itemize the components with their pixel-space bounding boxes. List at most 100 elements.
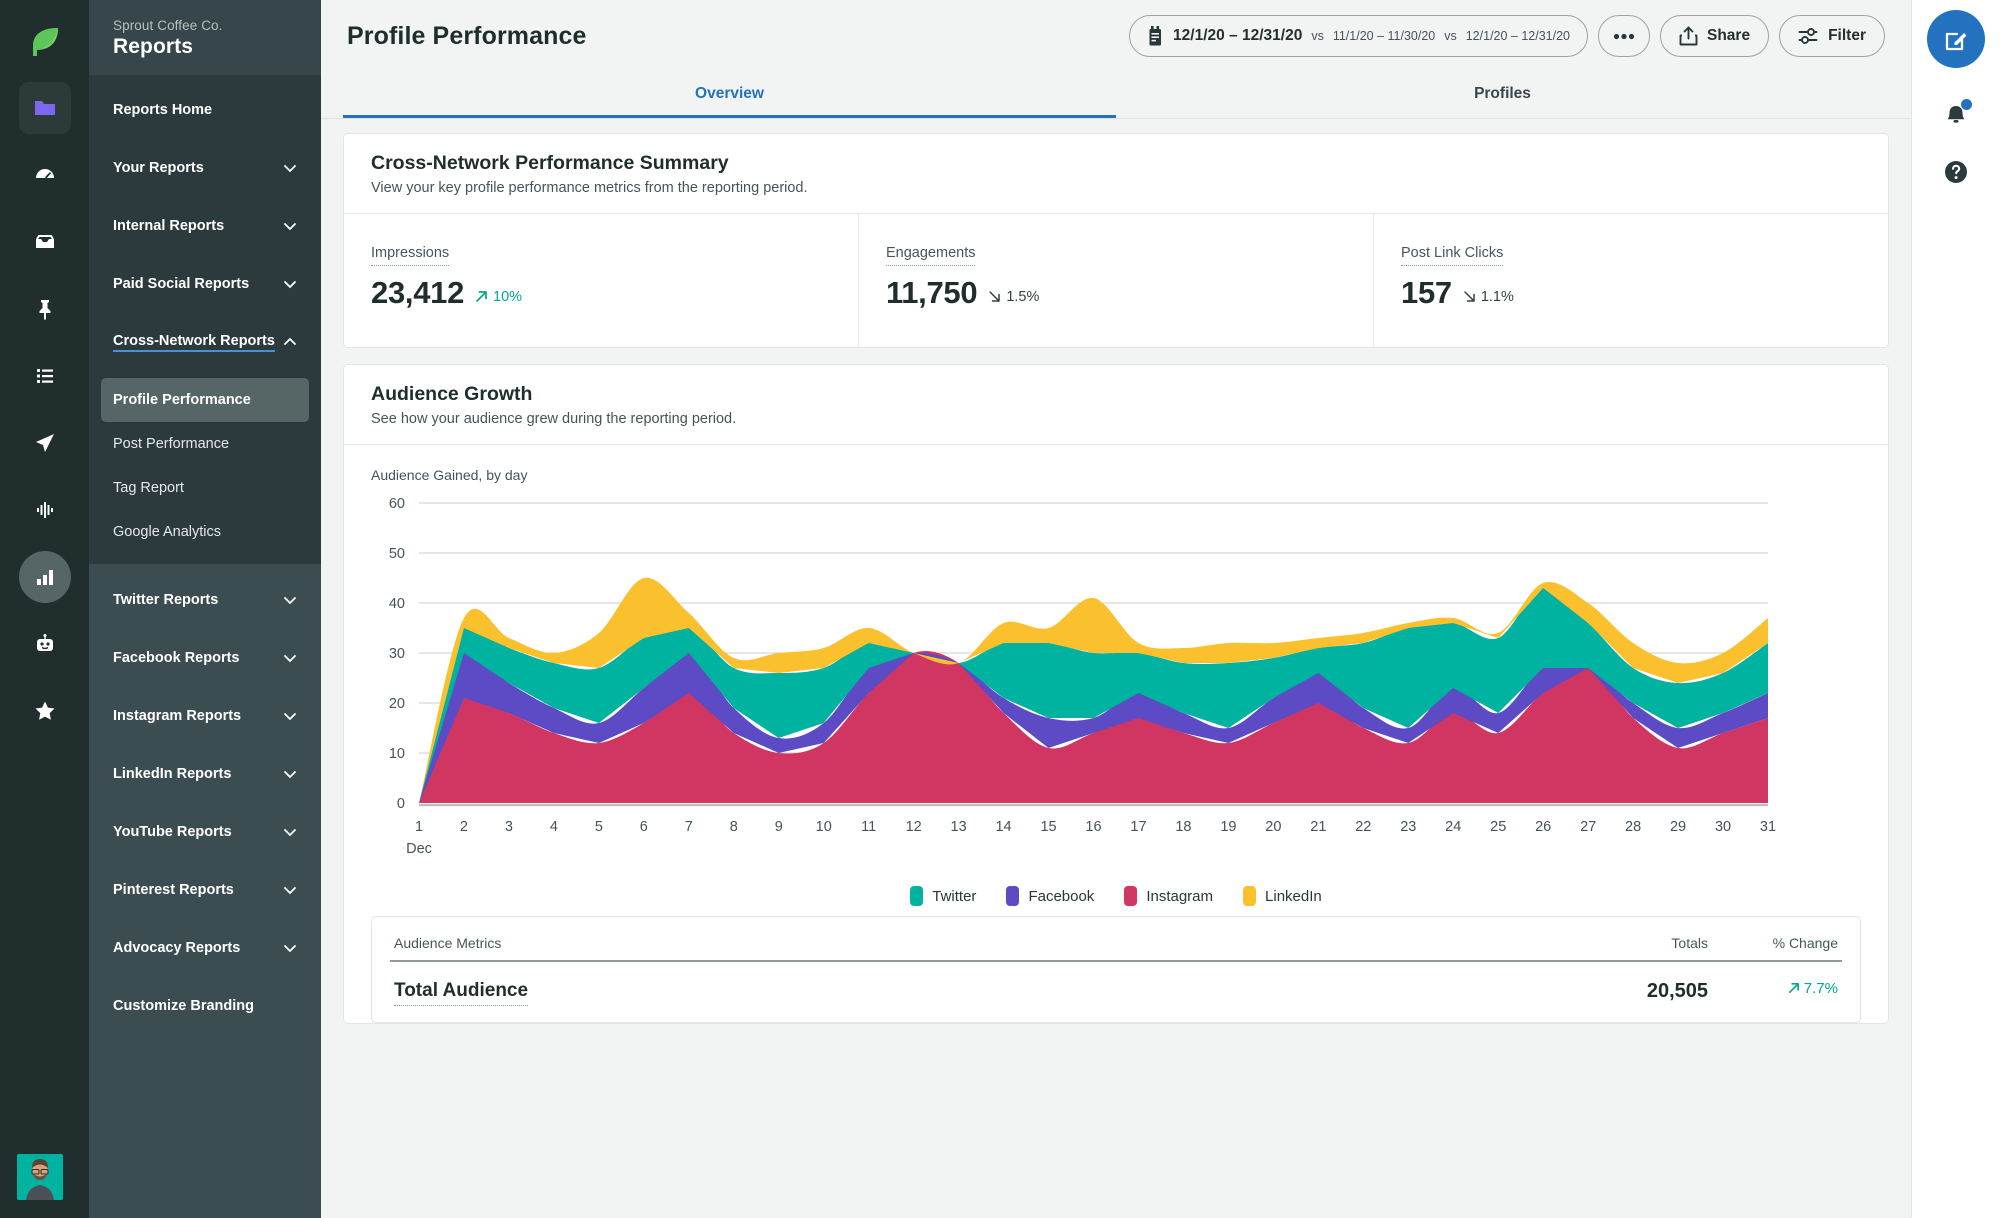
audience-growth-chart[interactable]: 01020304050601 2 3 4 5 6 7 8 9 10 11 12 13 14 15 16 17 18… — [371, 491, 1776, 871]
sidebar-item-label: Twitter Reports — [113, 592, 219, 608]
legend-item-facebook[interactable]: Facebook — [1006, 886, 1094, 906]
sidebar-item-linkedin-reports[interactable]: LinkedIn Reports — [89, 752, 321, 796]
x-axis-tick: 12 — [906, 819, 922, 835]
rail-item-reviews[interactable] — [19, 685, 71, 737]
sidebar-item-label: Cross-Network Reports — [113, 333, 275, 352]
x-axis-tick: 30 — [1715, 819, 1731, 835]
metric-engagements: Engagements 11,750 1.5% — [859, 214, 1374, 347]
tab-overview[interactable]: Overview — [343, 72, 1116, 118]
notifications-button[interactable] — [1934, 94, 1978, 138]
main-content: Profile Performance 12/1/20 – 12/31/20 v… — [321, 0, 1911, 1218]
sidebar-item-advocacy-reports[interactable]: Advocacy Reports — [89, 926, 321, 970]
utility-rail — [1911, 0, 2000, 1218]
table-row: Total Audience 20,505 7.7% — [390, 962, 1842, 1022]
arrow-up-right-icon — [476, 291, 487, 302]
legend-item-linkedin[interactable]: LinkedIn — [1243, 886, 1322, 906]
sidebar-item-label: Paid Social Reports — [113, 276, 250, 292]
x-axis-tick: 24 — [1445, 819, 1461, 835]
metric-label[interactable]: Engagements — [886, 245, 976, 266]
filter-button-label: Filter — [1828, 27, 1866, 44]
filter-button[interactable]: Filter — [1779, 15, 1885, 57]
rail-item-inbox[interactable] — [19, 216, 71, 268]
sidebar-item-tag-report[interactable]: Tag Report — [89, 466, 321, 510]
sidebar-item-label: Internal Reports — [113, 218, 225, 234]
sidebar-item-reports-home[interactable]: Reports Home — [89, 88, 321, 132]
rail-item-dashboard[interactable] — [19, 149, 71, 201]
x-axis-tick: 16 — [1085, 819, 1101, 835]
y-axis-tick: 50 — [389, 546, 405, 562]
compose-button[interactable] — [1927, 10, 1985, 68]
sidebar-item-cross-network-reports[interactable]: Cross-Network Reports — [89, 320, 321, 364]
chevron-down-icon — [284, 771, 296, 779]
x-axis-tick: 4 — [550, 819, 558, 835]
question-circle-icon — [1945, 161, 1967, 183]
rail-item-bots[interactable] — [19, 618, 71, 670]
rail-item-pinned[interactable] — [19, 283, 71, 335]
x-axis-tick: 22 — [1355, 819, 1371, 835]
sidebar-section-title: Reports — [113, 35, 194, 58]
sidebar-item-label: Profile Performance — [113, 392, 251, 408]
date-range-compare-2: 12/1/20 – 12/31/20 — [1465, 29, 1570, 43]
chevron-up-icon — [284, 337, 296, 345]
x-axis-tick: 20 — [1265, 819, 1281, 835]
y-axis-tick: 30 — [389, 646, 405, 662]
rail-item-listening[interactable] — [19, 484, 71, 536]
help-button[interactable] — [1934, 150, 1978, 194]
metric-label[interactable]: Impressions — [371, 245, 450, 266]
filter-sliders-icon — [1798, 28, 1818, 44]
date-range-picker[interactable]: 12/1/20 – 12/31/20 vs 11/1/20 – 11/30/20… — [1129, 15, 1588, 57]
y-axis-tick: 60 — [389, 496, 405, 512]
sidebar-item-google-analytics[interactable]: Google Analytics — [89, 510, 321, 554]
rail-item-tasks[interactable] — [19, 350, 71, 402]
x-axis-tick: 28 — [1625, 819, 1641, 835]
user-avatar[interactable] — [17, 1154, 63, 1200]
x-axis-tick: 6 — [640, 819, 648, 835]
summary-card-title: Cross-Network Performance Summary — [371, 152, 729, 174]
row-change-text: 7.7% — [1803, 980, 1838, 997]
sidebar-item-label: Your Reports — [113, 160, 204, 176]
sidebar-item-paid-social-reports[interactable]: Paid Social Reports — [89, 262, 321, 306]
legend-swatch-linkedin — [1243, 886, 1257, 906]
metric-value: 11,750 — [886, 275, 978, 310]
sidebar-item-customize-branding[interactable]: Customize Branding — [89, 984, 321, 1028]
sidebar-item-profile-performance[interactable]: Profile Performance — [101, 378, 309, 422]
metric-delta: 1.1% — [1463, 289, 1514, 305]
sprout-leaf-logo[interactable] — [17, 14, 73, 70]
x-axis-tick: 2 — [460, 819, 468, 835]
share-button-label: Share — [1707, 27, 1751, 44]
legend-item-twitter[interactable]: Twitter — [910, 886, 976, 906]
rail-item-reports[interactable] — [18, 551, 71, 603]
reports-sidebar: Sprout Coffee Co. Reports Reports Home Y… — [89, 0, 321, 1218]
rail-item-folders[interactable] — [18, 82, 71, 134]
metric-impressions: Impressions 23,412 10% — [344, 214, 859, 347]
sidebar-item-twitter-reports[interactable]: Twitter Reports — [89, 578, 321, 622]
date-range-primary: 12/1/20 – 12/31/20 — [1173, 27, 1303, 44]
y-axis-tick: 10 — [389, 746, 405, 762]
tab-profiles[interactable]: Profiles — [1116, 72, 1889, 118]
sidebar-item-label: Instagram Reports — [113, 708, 242, 724]
row-total-value: 20,505 — [1646, 980, 1708, 1002]
sidebar-item-youtube-reports[interactable]: YouTube Reports — [89, 810, 321, 854]
column-header-metric: Audience Metrics — [394, 935, 502, 951]
sidebar-item-your-reports[interactable]: Your Reports — [89, 146, 321, 190]
x-axis-tick: 18 — [1175, 819, 1191, 835]
rail-item-publishing[interactable] — [19, 417, 71, 469]
sidebar-primary-group: Reports Home Your Reports Internal Repor… — [89, 75, 321, 564]
chevron-down-icon — [284, 655, 296, 663]
sidebar-item-internal-reports[interactable]: Internal Reports — [89, 204, 321, 248]
more-options-button[interactable] — [1598, 15, 1650, 57]
chart-legend: Twitter Facebook Instagram LinkedIn — [371, 886, 1861, 910]
x-axis-tick: 13 — [951, 819, 967, 835]
metric-label[interactable]: Post Link Clicks — [1401, 245, 1504, 266]
row-metric-name[interactable]: Total Audience — [394, 980, 529, 1006]
legend-item-instagram[interactable]: Instagram — [1124, 886, 1213, 906]
sidebar-item-instagram-reports[interactable]: Instagram Reports — [89, 694, 321, 738]
share-button[interactable]: Share — [1660, 15, 1770, 57]
sidebar-item-post-performance[interactable]: Post Performance — [89, 422, 321, 466]
sidebar-item-label: Post Performance — [113, 436, 230, 452]
sidebar-item-pinterest-reports[interactable]: Pinterest Reports — [89, 868, 321, 912]
sidebar-item-facebook-reports[interactable]: Facebook Reports — [89, 636, 321, 680]
date-range-compare-2-prefix: vs — [1444, 29, 1457, 43]
global-icon-rail — [0, 0, 89, 1218]
summary-card-subtitle: View your key profile performance metric… — [371, 180, 808, 196]
